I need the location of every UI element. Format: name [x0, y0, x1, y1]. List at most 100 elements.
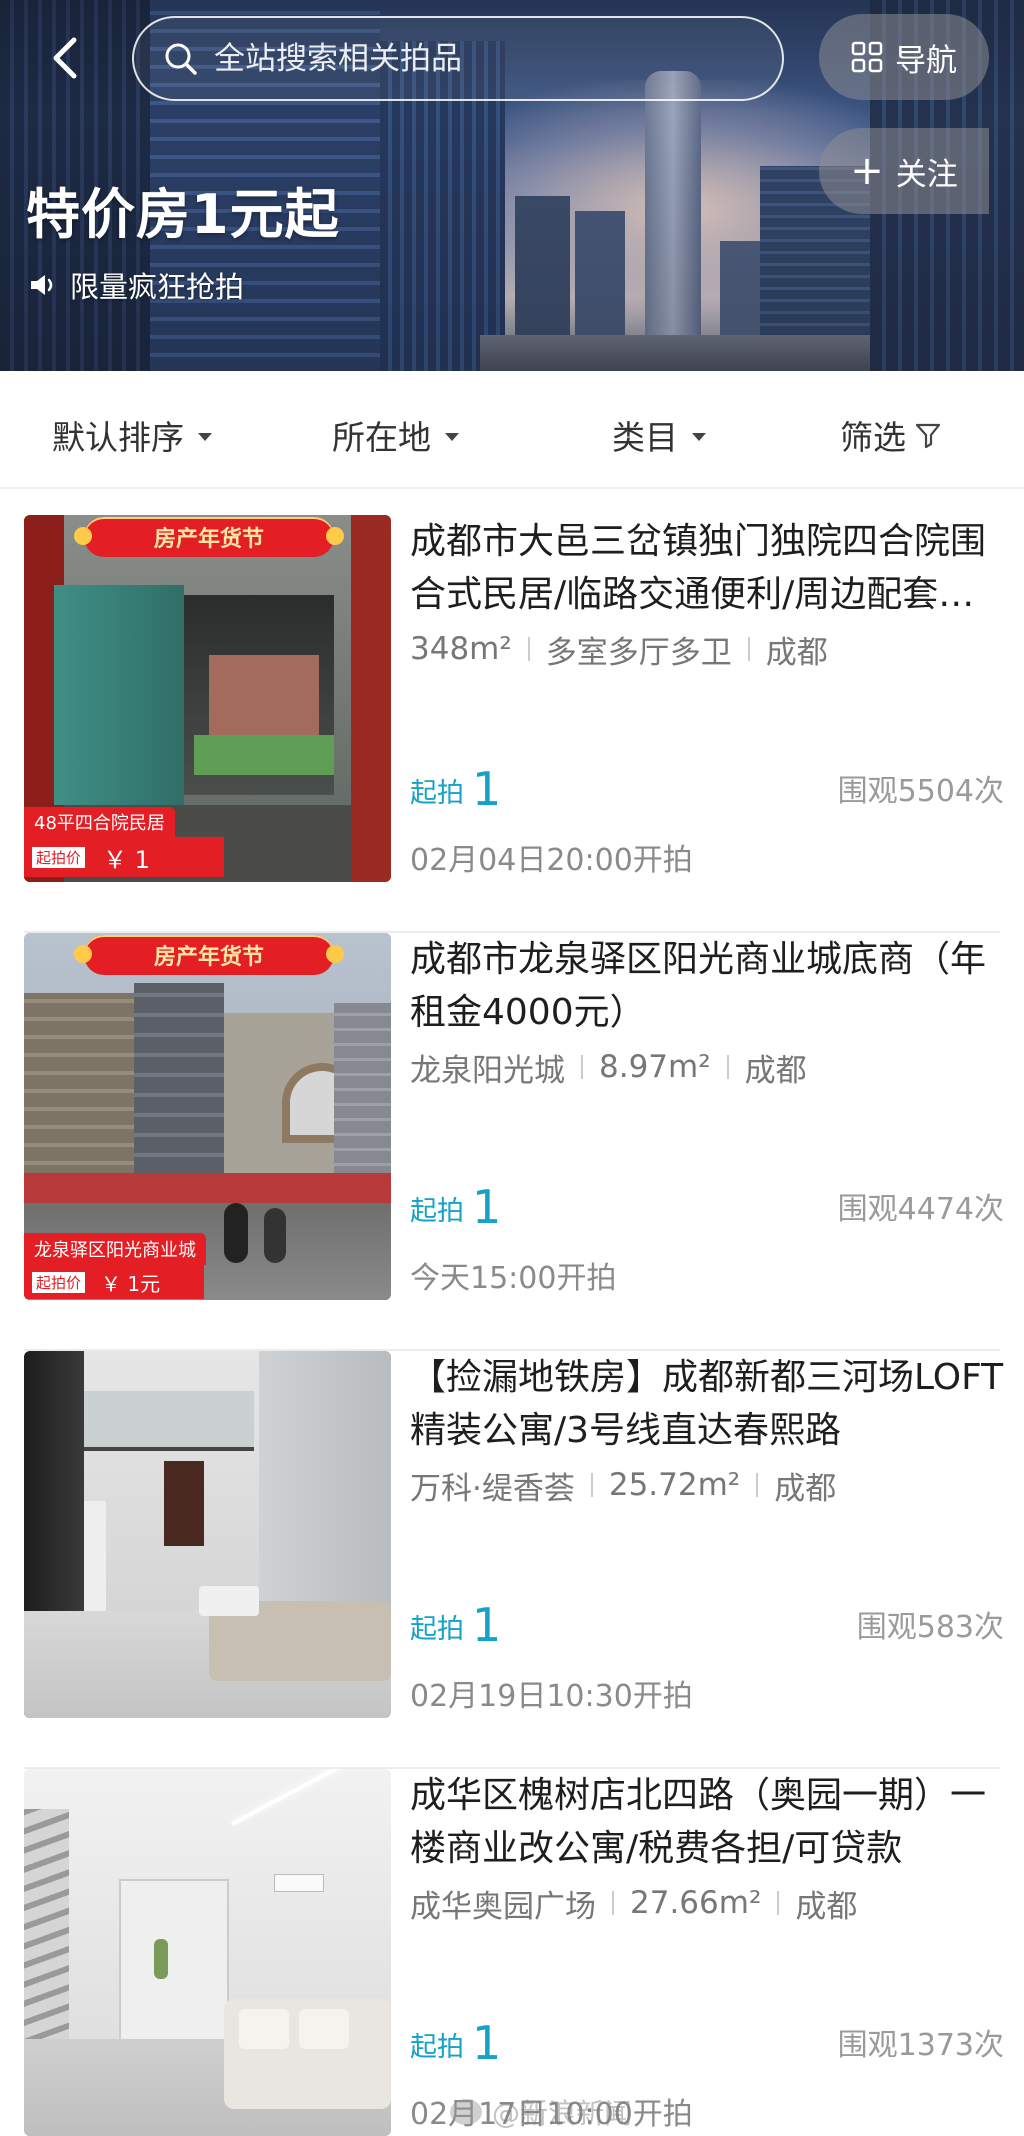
price-label: 起拍: [410, 2032, 464, 2063]
search-bar[interactable]: [132, 16, 784, 101]
filter-category[interactable]: 类目: [612, 411, 706, 459]
listing-area: 27.66m²: [630, 1885, 762, 1921]
auction-start-time: 02月04日20:00开拍: [410, 843, 693, 878]
listing-thumbnail[interactable]: 房产年货节 48平四合院民居 起拍价 ￥ 1: [24, 515, 391, 882]
plus-icon: +: [850, 148, 884, 194]
listing-community: 龙泉阳光城: [410, 1052, 565, 1089]
filter-location[interactable]: 所在地: [332, 411, 459, 459]
filter-icon: [915, 423, 941, 449]
listing-meta: 龙泉阳光城 8.97m² 成都: [410, 1047, 1004, 1089]
listing-item[interactable]: 房产年货节 48平四合院民居 起拍价 ￥ 1 成都市大邑三岔镇独门独院四合院围合…: [0, 515, 1024, 933]
meta-separator: [590, 1473, 593, 1497]
view-count: 围观1373次: [837, 2028, 1004, 2063]
auction-start-time: 今天15:00开拍: [410, 1261, 617, 1296]
speaker-icon: [31, 275, 53, 295]
search-icon: [165, 43, 197, 75]
listing-thumbnail[interactable]: [24, 1351, 391, 1718]
listing-city: 成都: [765, 634, 828, 671]
listing-info: 成都市大邑三岔镇独门独院四合院围合式民居/临路交通便利/周边配套齐全 348m²…: [410, 515, 1004, 878]
listing-item[interactable]: 房产年货节 龙泉驿区阳光商业城 起拍价 ￥ 1元 成都市龙泉驿区阳光商业城底商（…: [0, 933, 1024, 1351]
price-value: 1: [472, 1180, 502, 1234]
grid-icon: [851, 41, 883, 73]
thumb-price-tag: 起拍价 ￥ 1元: [24, 1265, 204, 1299]
thumb-price-label: 起拍价: [32, 846, 86, 868]
listing-thumbnail[interactable]: 房产年货节 龙泉驿区阳光商业城 起拍价 ￥ 1元: [24, 933, 391, 1300]
view-count: 围观4474次: [837, 1192, 1004, 1227]
watermark-text: @新浪新闻: [492, 2097, 633, 2130]
thumb-badge: 房产年货节: [74, 517, 344, 557]
listing-item[interactable]: 成华区槐树店北四路（奥园一期）一楼商业改公寓/税费各担/可贷款 成华奥园广场 2…: [0, 1769, 1024, 2136]
listing-city: 成都: [744, 1052, 807, 1089]
follow-button[interactable]: + 关注: [819, 128, 989, 214]
filter-sort[interactable]: 默认排序: [52, 411, 212, 459]
header-banner: 导航 + 关注 特价房1元起 限量疯狂抢拍: [0, 0, 1024, 371]
banner-subtitle: 限量疯狂抢拍: [28, 264, 244, 306]
listing-price-row: 起拍 1 围观583次: [410, 1600, 1004, 1650]
meta-separator: [756, 1473, 759, 1497]
banner-title: 特价房1元起: [26, 183, 340, 246]
meta-separator: [527, 637, 530, 661]
back-button[interactable]: [40, 28, 90, 88]
listing-area: 8.97m²: [599, 1049, 711, 1085]
meta-separator: [777, 1891, 780, 1915]
nav-label: 导航: [895, 42, 957, 79]
filter-more[interactable]: 筛选: [840, 411, 942, 459]
filter-more-label: 筛选: [840, 418, 906, 457]
view-count: 围观5504次: [837, 774, 1004, 809]
thumb-price: ￥ 1: [103, 845, 150, 874]
thumb-price: ￥ 1元: [101, 1271, 161, 1296]
thumb-caption: 48平四合院民居: [24, 807, 175, 837]
listing-city: 成都: [795, 1888, 858, 1925]
price-value: 1: [472, 1598, 502, 1652]
follow-label: 关注: [895, 156, 958, 193]
listing-area: 348m²: [410, 631, 512, 667]
listing-price-row: 起拍 1 围观4474次: [410, 1182, 1004, 1232]
thumb-price-tag: 起拍价 ￥ 1: [24, 837, 224, 877]
listing-price-row: 起拍 1 围观5504次: [410, 764, 1004, 814]
filter-location-label: 所在地: [332, 418, 431, 457]
listing-layout: 多室多厅多卫: [545, 634, 732, 671]
listing-title[interactable]: 成都市龙泉驿区阳光商业城底商（年租金4000元）: [410, 933, 1004, 1039]
search-input[interactable]: [214, 40, 754, 77]
price-label: 起拍: [410, 778, 464, 809]
meta-separator: [612, 1891, 614, 1915]
listing-community: 成华奥园广场: [410, 1888, 596, 1925]
listing-title[interactable]: 成华区槐树店北四路（奥园一期）一楼商业改公寓/税费各担/可贷款: [410, 1769, 1004, 1875]
meta-separator: [747, 637, 750, 661]
watermark: @新浪新闻: [450, 2092, 632, 2132]
thumb-badge: 房产年货节: [74, 935, 344, 975]
auction-start-time: 02月19日10:30开拍: [410, 1679, 693, 1714]
listing-title[interactable]: 【捡漏地铁房】成都新都三河场LOFT精装公寓/3号线直达春熙路: [410, 1351, 1004, 1457]
listing-info: 【捡漏地铁房】成都新都三河场LOFT精装公寓/3号线直达春熙路 万科·缇香荟 2…: [410, 1351, 1004, 1714]
caret-down-icon: [692, 433, 706, 441]
listing-thumbnail[interactable]: [24, 1769, 391, 2136]
price-label: 起拍: [410, 1196, 464, 1227]
listing-area: 25.72m²: [608, 1467, 741, 1503]
price-value: 1: [472, 2016, 502, 2070]
listing-price-row: 起拍 1 围观1373次: [410, 2018, 1004, 2068]
thumb-caption: 龙泉驿区阳光商业城: [24, 1233, 206, 1265]
filter-category-label: 类目: [612, 418, 678, 457]
caret-down-icon: [198, 433, 212, 441]
listing-meta: 万科·缇香荟 25.72m² 成都: [410, 1465, 1004, 1507]
listing-info: 成华区槐树店北四路（奥园一期）一楼商业改公寓/税费各担/可贷款 成华奥园广场 2…: [410, 1769, 1004, 2132]
listing-title[interactable]: 成都市大邑三岔镇独门独院四合院围合式民居/临路交通便利/周边配套齐全: [410, 515, 1004, 621]
listing-community: 万科·缇香荟: [410, 1470, 575, 1507]
view-count: 围观583次: [856, 1610, 1004, 1645]
listing-item[interactable]: 【捡漏地铁房】成都新都三河场LOFT精装公寓/3号线直达春熙路 万科·缇香荟 2…: [0, 1351, 1024, 1769]
listing-meta: 348m² 多室多厅多卫 成都: [410, 629, 1004, 671]
thumb-price-label: 起拍价: [32, 1271, 86, 1293]
caret-down-icon: [445, 433, 459, 441]
listing-info: 成都市龙泉驿区阳光商业城底商（年租金4000元） 龙泉阳光城 8.97m² 成都…: [410, 933, 1004, 1296]
banner-subtitle-text: 限量疯狂抢拍: [70, 270, 245, 304]
weibo-logo-icon: [450, 2099, 482, 2125]
listing-city: 成都: [774, 1470, 837, 1507]
meta-separator: [581, 1055, 583, 1079]
back-arrow-icon: [53, 37, 77, 79]
meta-separator: [726, 1055, 729, 1079]
nav-button[interactable]: 导航: [819, 14, 989, 100]
filter-bar: 默认排序 所在地 类目 筛选: [0, 371, 1024, 489]
price-label: 起拍: [410, 1614, 464, 1645]
listing-meta: 成华奥园广场 27.66m² 成都: [410, 1883, 1004, 1925]
price-value: 1: [472, 762, 502, 816]
